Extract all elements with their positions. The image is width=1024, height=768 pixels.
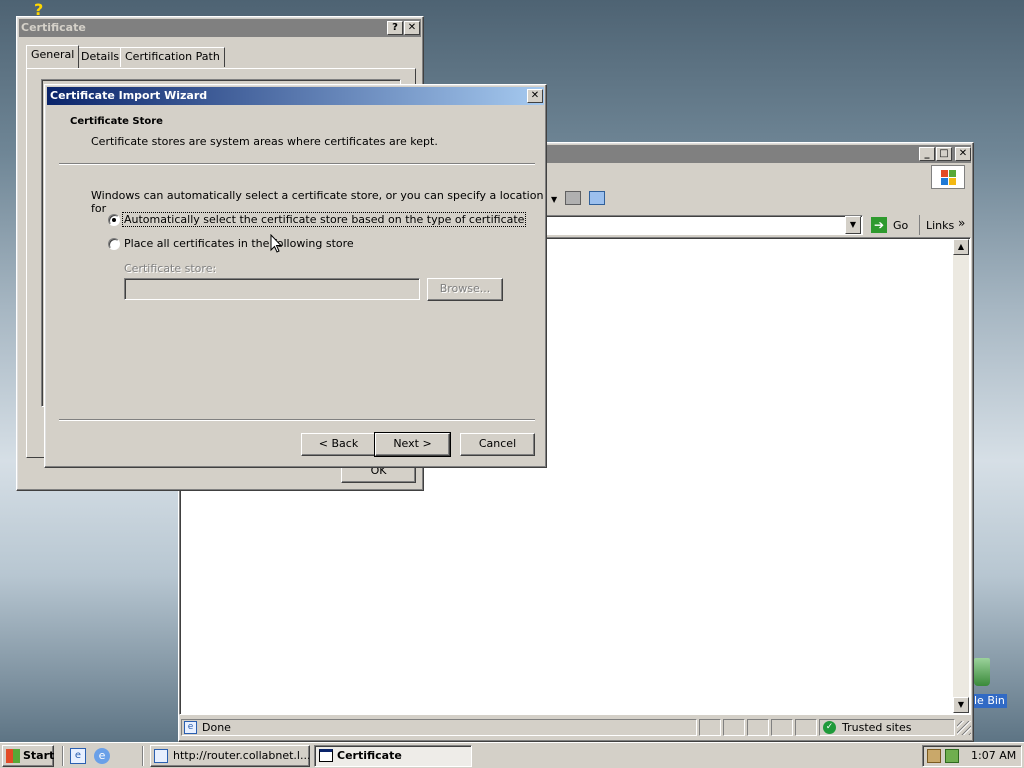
certificate-title: Certificate [21, 21, 86, 34]
vertical-scrollbar[interactable]: ▲ ▼ [953, 239, 969, 713]
certificate-store-label: Certificate store: [124, 262, 217, 275]
task-certificate-button[interactable]: Certificate [314, 745, 472, 767]
wizard-heading: Certificate Store [70, 116, 163, 127]
browse-button[interactable]: Browse... [427, 278, 503, 301]
certificate-close-button[interactable]: ✕ [404, 21, 420, 35]
start-button[interactable]: Start [2, 745, 54, 767]
status-pane-1 [699, 719, 721, 736]
wizard-header [47, 105, 544, 163]
desktop-shortcut-icon[interactable]: e [70, 748, 86, 764]
scroll-up-icon[interactable]: ▲ [953, 239, 969, 255]
taskbar: Start e e http://router.collabnet.l... C… [0, 742, 1024, 768]
certificate-store-field[interactable] [124, 278, 420, 300]
ie-page-icon: e [184, 721, 197, 734]
network-tray-icon[interactable] [927, 749, 941, 763]
go-arrow-icon: ➔ [871, 217, 887, 233]
browser-close-button[interactable]: ✕ [955, 147, 971, 161]
tab-certification-path[interactable]: Certification Path [120, 47, 225, 67]
auto-select-radio[interactable] [108, 214, 120, 226]
wizard-title: Certificate Import Wizard [50, 89, 208, 102]
task-browser-button[interactable]: http://router.collabnet.l... [150, 745, 310, 767]
place-in-store-radio[interactable] [108, 238, 120, 250]
clock: 1:07 AM [971, 749, 1017, 762]
ie-quicklaunch-icon[interactable]: e [94, 748, 110, 764]
minimize-button[interactable]: _ [919, 147, 935, 161]
cancel-button[interactable]: Cancel [460, 433, 535, 456]
tasks-divider [142, 746, 144, 766]
maximize-button[interactable]: □ [936, 147, 952, 161]
mouse-pointer-icon [270, 234, 282, 253]
status-zone-pane: ✓ Trusted sites [819, 719, 955, 736]
windows-logo-icon [931, 165, 965, 189]
address-dropdown-button[interactable]: ▼ [845, 216, 861, 234]
desktop-help-icon[interactable]: ? [34, 2, 50, 18]
status-text-pane: e Done [181, 719, 697, 736]
windows-flag-icon [6, 749, 20, 763]
print-icon[interactable] [565, 191, 581, 205]
next-button[interactable]: Next > [374, 432, 451, 457]
check-icon: ✓ [823, 721, 836, 734]
edit-icon[interactable] [589, 191, 605, 205]
tab-details[interactable]: Details [76, 47, 125, 67]
back-button[interactable]: < Back [301, 433, 376, 456]
wizard-intro-text: Windows can automatically select a certi… [91, 189, 544, 215]
system-tray: 1:07 AM [922, 745, 1022, 767]
links-button[interactable]: Links » [919, 215, 969, 235]
wizard-close-button[interactable]: ✕ [527, 89, 543, 103]
place-in-store-label[interactable]: Place all certificates in the following … [124, 237, 354, 250]
security-tray-icon[interactable] [945, 749, 959, 763]
chevron-right-icon: » [958, 216, 966, 230]
import-wizard-dialog: Certificate Import Wizard ✕ Certificate … [44, 84, 547, 468]
status-pane-3 [747, 719, 769, 736]
wizard-subheading: Certificate stores are system areas wher… [91, 135, 438, 148]
recycle-bin-icon[interactable] [974, 658, 990, 686]
quicklaunch-divider [62, 746, 64, 766]
ie-task-icon [154, 749, 168, 763]
tab-general[interactable]: General [26, 45, 80, 68]
toolbar-dropdown-icon[interactable]: ▼ [551, 195, 557, 204]
auto-select-label[interactable]: Automatically select the certificate sto… [121, 212, 527, 227]
go-button[interactable]: ➔ Go [869, 215, 913, 235]
header-divider [59, 163, 535, 165]
help-button[interactable]: ? [387, 21, 403, 35]
status-pane-4 [771, 719, 793, 736]
resize-grip-icon[interactable] [957, 721, 971, 735]
footer-divider [59, 419, 535, 421]
certificate-task-icon [319, 749, 333, 762]
scroll-down-icon[interactable]: ▼ [953, 697, 969, 713]
recycle-bin-label: le Bin [972, 694, 1007, 708]
status-pane-5 [795, 719, 817, 736]
status-pane-2 [723, 719, 745, 736]
